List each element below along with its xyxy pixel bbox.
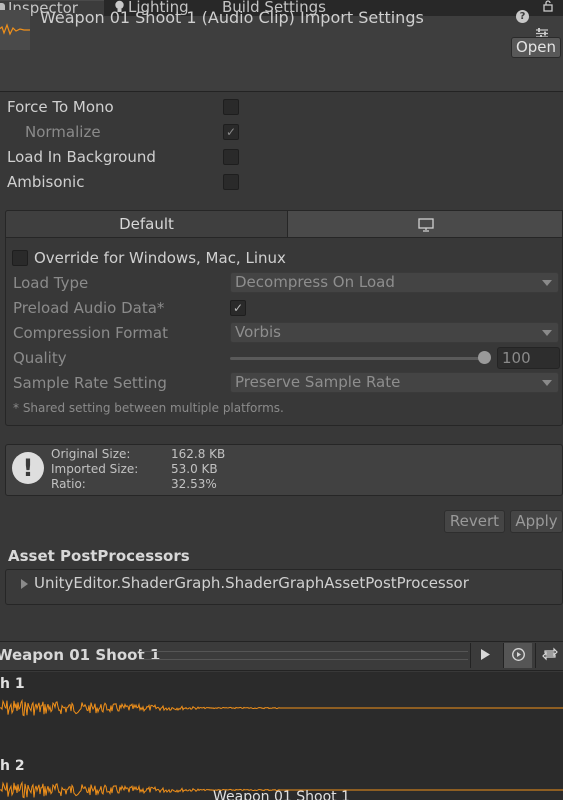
ambisonic-label: Ambisonic xyxy=(7,173,85,191)
original-size-value: 162.8 KB xyxy=(171,447,226,461)
sample-rate-label: Sample Rate Setting xyxy=(13,374,167,392)
play-button[interactable] xyxy=(470,643,499,668)
imported-size-value: 53.0 KB xyxy=(171,462,218,476)
ambisonic-checkbox[interactable] xyxy=(223,174,239,190)
auto-play-button[interactable] xyxy=(503,643,532,668)
load-type-dropdown[interactable]: Decompress On Load xyxy=(230,272,559,293)
chevron-down-icon xyxy=(542,330,552,336)
normalize-checkbox[interactable]: ✓ xyxy=(223,124,239,140)
channel-1-waveform xyxy=(0,698,563,717)
normalize-label: Normalize xyxy=(25,123,101,141)
more-options-icon[interactable]: ⋮ xyxy=(559,0,563,13)
compression-format-dropdown[interactable]: Vorbis xyxy=(230,322,559,343)
preview-drag-handle[interactable] xyxy=(140,651,468,660)
preload-audio-label: Preload Audio Data* xyxy=(13,299,165,317)
override-checkbox[interactable] xyxy=(12,250,28,266)
loop-icon xyxy=(542,647,558,661)
load-in-background-checkbox[interactable] xyxy=(223,149,239,165)
quality-slider-track[interactable] xyxy=(230,357,484,360)
override-label: Override for Windows, Mac, Linux xyxy=(34,249,286,267)
open-button[interactable]: Open xyxy=(511,37,561,58)
tab-standalone[interactable] xyxy=(288,210,563,238)
lock-icon[interactable] xyxy=(542,0,554,12)
apply-button[interactable]: Apply xyxy=(510,510,563,533)
preview-title: Weapon 01 Shoot 1 xyxy=(0,646,161,664)
sample-rate-dropdown[interactable]: Preserve Sample Rate xyxy=(230,372,559,393)
tab-default[interactable]: Default xyxy=(5,210,288,238)
quality-input[interactable]: 100 xyxy=(497,347,560,369)
load-in-background-label: Load In Background xyxy=(7,148,156,166)
chevron-down-icon xyxy=(542,280,552,286)
quality-slider-thumb[interactable] xyxy=(478,351,491,364)
force-to-mono-label: Force To Mono xyxy=(7,98,114,116)
shared-setting-note: * Shared setting between multiple platfo… xyxy=(13,401,284,415)
inspector-header xyxy=(0,16,563,92)
preload-audio-checkbox[interactable]: ✓ xyxy=(230,300,246,316)
checkmark-icon: ✓ xyxy=(232,301,244,315)
auto-play-icon xyxy=(511,648,525,661)
monitor-icon xyxy=(418,218,434,232)
platform-settings-panel xyxy=(5,210,563,426)
foldout-arrow-icon[interactable] xyxy=(21,579,28,589)
ratio-label: Ratio: xyxy=(51,477,86,491)
quality-label: Quality xyxy=(13,349,67,367)
help-icon[interactable]: ? xyxy=(516,10,529,23)
audio-clip-thumbnail xyxy=(0,10,30,50)
force-to-mono-checkbox[interactable] xyxy=(223,99,239,115)
page-title: Weapon 01 Shoot 1 (Audio Clip) Import Se… xyxy=(40,8,424,27)
original-size-label: Original Size: xyxy=(51,447,131,461)
chevron-down-icon xyxy=(542,380,552,386)
preview-footer-title: Weapon 01 Shoot 1 xyxy=(213,789,350,800)
warning-icon: ! xyxy=(12,452,44,484)
loop-button[interactable] xyxy=(535,643,563,668)
revert-button[interactable]: Revert xyxy=(444,510,505,533)
ratio-value: 32.53% xyxy=(171,477,217,491)
imported-size-label: Imported Size: xyxy=(51,462,139,476)
channel-2-label: h 2 xyxy=(0,758,25,774)
play-icon xyxy=(481,649,490,660)
checkmark-icon: ✓ xyxy=(225,125,237,139)
postprocessor-item[interactable]: UnityEditor.ShaderGraph.ShaderGraphAsset… xyxy=(34,574,469,592)
postprocessors-heading: Asset PostProcessors xyxy=(8,547,190,565)
load-type-label: Load Type xyxy=(13,274,89,292)
compression-format-label: Compression Format xyxy=(13,324,168,342)
